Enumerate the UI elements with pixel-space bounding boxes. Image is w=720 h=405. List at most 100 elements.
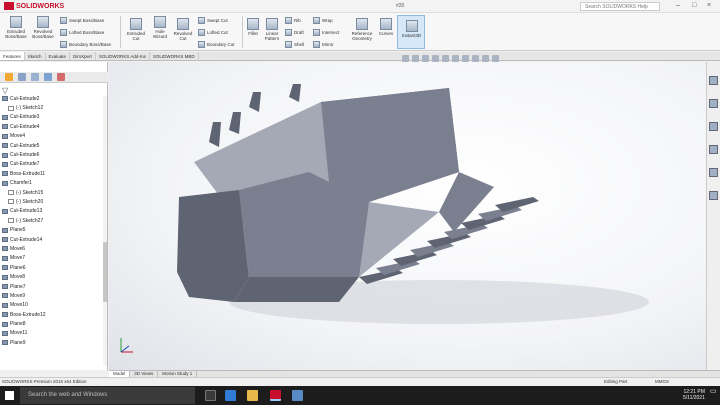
clock[interactable]: 12:21 PM 5/11/2021 <box>683 389 705 401</box>
button-label: Extruded Boss/Base <box>5 29 27 39</box>
lofted-cut-button[interactable]: Lofted Cut <box>198 29 228 36</box>
tab-evaluate[interactable]: Evaluate <box>46 52 71 60</box>
graphics-area[interactable] <box>109 62 706 370</box>
taskbar-search-input[interactable]: Search the web and Windows <box>20 387 195 404</box>
tree-item[interactable]: Cut-Extrude14 <box>0 235 104 244</box>
custom-properties-icon[interactable] <box>709 191 718 200</box>
photos-icon[interactable] <box>292 390 303 401</box>
feature-manager-icon[interactable] <box>5 73 13 81</box>
extruded-boss-button[interactable]: Extruded Boss/Base <box>4 16 28 39</box>
view-palette-icon[interactable] <box>709 145 718 154</box>
revolved-cut-button[interactable]: Revolved Cut <box>172 18 194 41</box>
windows-start-icon[interactable] <box>5 391 14 400</box>
tree-scrollbar[interactable] <box>103 96 107 366</box>
tree-item[interactable]: Cut-Extrude7 <box>0 160 104 169</box>
wrap-button[interactable]: Wrap <box>313 17 333 24</box>
rib-button[interactable]: Rib <box>285 17 301 24</box>
lofted-boss-button[interactable]: Lofted Boss/Base <box>60 29 104 36</box>
tree-item[interactable]: (-) Sketch20 <box>0 197 104 206</box>
linear-pattern-button[interactable]: Linear Pattern <box>262 18 282 41</box>
design-library-icon[interactable] <box>709 99 718 108</box>
tree-item-label: Cut-Extrude6 <box>10 152 40 159</box>
display-manager-icon[interactable] <box>57 73 65 81</box>
boundary-boss-button[interactable]: Boundary Boss/Base <box>60 41 111 48</box>
boundary-cut-button[interactable]: Boundary Cut <box>198 41 235 48</box>
tree-item[interactable]: Move11 <box>0 329 104 338</box>
file-explorer-icon[interactable] <box>709 122 718 131</box>
revolved-boss-button[interactable]: Revolved Boss/Base <box>30 16 56 39</box>
display-style-icon[interactable] <box>452 55 459 62</box>
previous-view-icon[interactable] <box>422 55 429 62</box>
tree-item[interactable]: Move8 <box>0 272 104 281</box>
feature-icon <box>2 237 8 243</box>
mirror-button[interactable]: Mirror <box>313 41 334 48</box>
tree-item[interactable]: Move10 <box>0 301 104 310</box>
tree-item[interactable]: Boss-Extrude12 <box>0 310 104 319</box>
close-icon[interactable]: × <box>707 2 711 9</box>
tree-item[interactable]: Cut-Extrude6 <box>0 150 104 159</box>
extruded-cut-button[interactable]: Extruded Cut <box>124 18 148 41</box>
solidworks-taskbar-icon[interactable] <box>270 390 281 401</box>
swept-boss-button[interactable]: Swept Boss/Base <box>60 17 104 24</box>
status-units[interactable]: MMGS <box>655 379 669 384</box>
tree-item[interactable]: Chamfer1 <box>0 179 104 188</box>
tree-item[interactable]: Cut-Extrude2 <box>0 94 104 103</box>
tree-item[interactable]: Cut-Extrude4 <box>0 122 104 131</box>
tab-features[interactable]: Features <box>0 52 25 60</box>
zoom-area-icon[interactable] <box>412 55 419 62</box>
tab-addins[interactable]: SOLIDWORKS Add-Ins <box>96 52 150 60</box>
tree-item[interactable]: Boss-Extrude11 <box>0 169 104 178</box>
tree-item[interactable]: (-) Sketch12 <box>0 103 104 112</box>
tree-item[interactable]: Move7 <box>0 254 104 263</box>
tree-item[interactable]: Cut-Extrude3 <box>0 113 104 122</box>
tree-item[interactable]: (-) Sketch15 <box>0 188 104 197</box>
tree-item[interactable]: Plane5 <box>0 225 104 234</box>
resources-icon[interactable] <box>709 76 718 85</box>
help-search-input[interactable]: Search SOLIDWORKS Help <box>580 2 660 11</box>
tree-item[interactable]: Plane6 <box>0 263 104 272</box>
shell-button[interactable]: Shell <box>285 41 304 48</box>
solidworks-logo[interactable]: SOLIDWORKS <box>4 2 64 10</box>
configuration-manager-icon[interactable] <box>31 73 39 81</box>
tab-dimxpert[interactable]: DimXpert <box>70 52 96 60</box>
zoom-to-fit-icon[interactable] <box>402 55 409 62</box>
intersect-button[interactable]: Intersect <box>313 29 339 36</box>
tree-item[interactable]: Plane9 <box>0 338 104 347</box>
minimize-icon[interactable]: – <box>676 2 680 9</box>
tree-item[interactable]: Cut-Extrude13 <box>0 207 104 216</box>
draft-button[interactable]: Draft <box>285 29 304 36</box>
bottom-tabs: Model 3D Views Motion Study 1 <box>109 370 720 377</box>
dimxpert-manager-icon[interactable] <box>44 73 52 81</box>
edge-icon[interactable] <box>225 390 236 401</box>
tree-item[interactable]: (-) Sketch27 <box>0 216 104 225</box>
tab-mbd[interactable]: SOLIDWORKS MBD <box>150 52 199 60</box>
property-manager-icon[interactable] <box>18 73 26 81</box>
view-settings-icon[interactable] <box>492 55 499 62</box>
tree-item[interactable]: Plane8 <box>0 319 104 328</box>
notifications-icon[interactable]: ▭ <box>710 388 717 395</box>
swept-cut-button[interactable]: Swept Cut <box>198 17 228 24</box>
hide-show-icon[interactable] <box>462 55 469 62</box>
section-view-icon[interactable] <box>432 55 439 62</box>
tree-item[interactable]: Move4 <box>0 132 104 141</box>
hole-wizard-button[interactable]: Hole Wizard <box>149 16 171 39</box>
view-orientation-icon[interactable] <box>442 55 449 62</box>
file-explorer-taskbar-icon[interactable] <box>247 390 258 401</box>
tree-item[interactable]: Move6 <box>0 244 104 253</box>
instant3d-button[interactable]: Instant3D <box>397 15 425 49</box>
appearances-icon[interactable] <box>709 168 718 177</box>
scrollbar-thumb[interactable] <box>103 242 107 302</box>
task-view-icon[interactable] <box>205 390 216 401</box>
fillet-button[interactable]: Fillet <box>245 18 261 36</box>
tab-sketch[interactable]: Sketch <box>25 52 46 60</box>
wrap-icon <box>313 17 320 24</box>
button-label: Shell <box>294 42 305 47</box>
scene-icon[interactable] <box>482 55 489 62</box>
curves-button[interactable]: Curves <box>377 18 395 36</box>
appearance-icon[interactable] <box>472 55 479 62</box>
reference-geometry-button[interactable]: Reference Geometry <box>349 18 375 41</box>
tree-item[interactable]: Move9 <box>0 291 104 300</box>
tree-item[interactable]: Cut-Extrude5 <box>0 141 104 150</box>
maximize-icon[interactable]: □ <box>692 2 696 9</box>
tree-item[interactable]: Plane7 <box>0 282 104 291</box>
